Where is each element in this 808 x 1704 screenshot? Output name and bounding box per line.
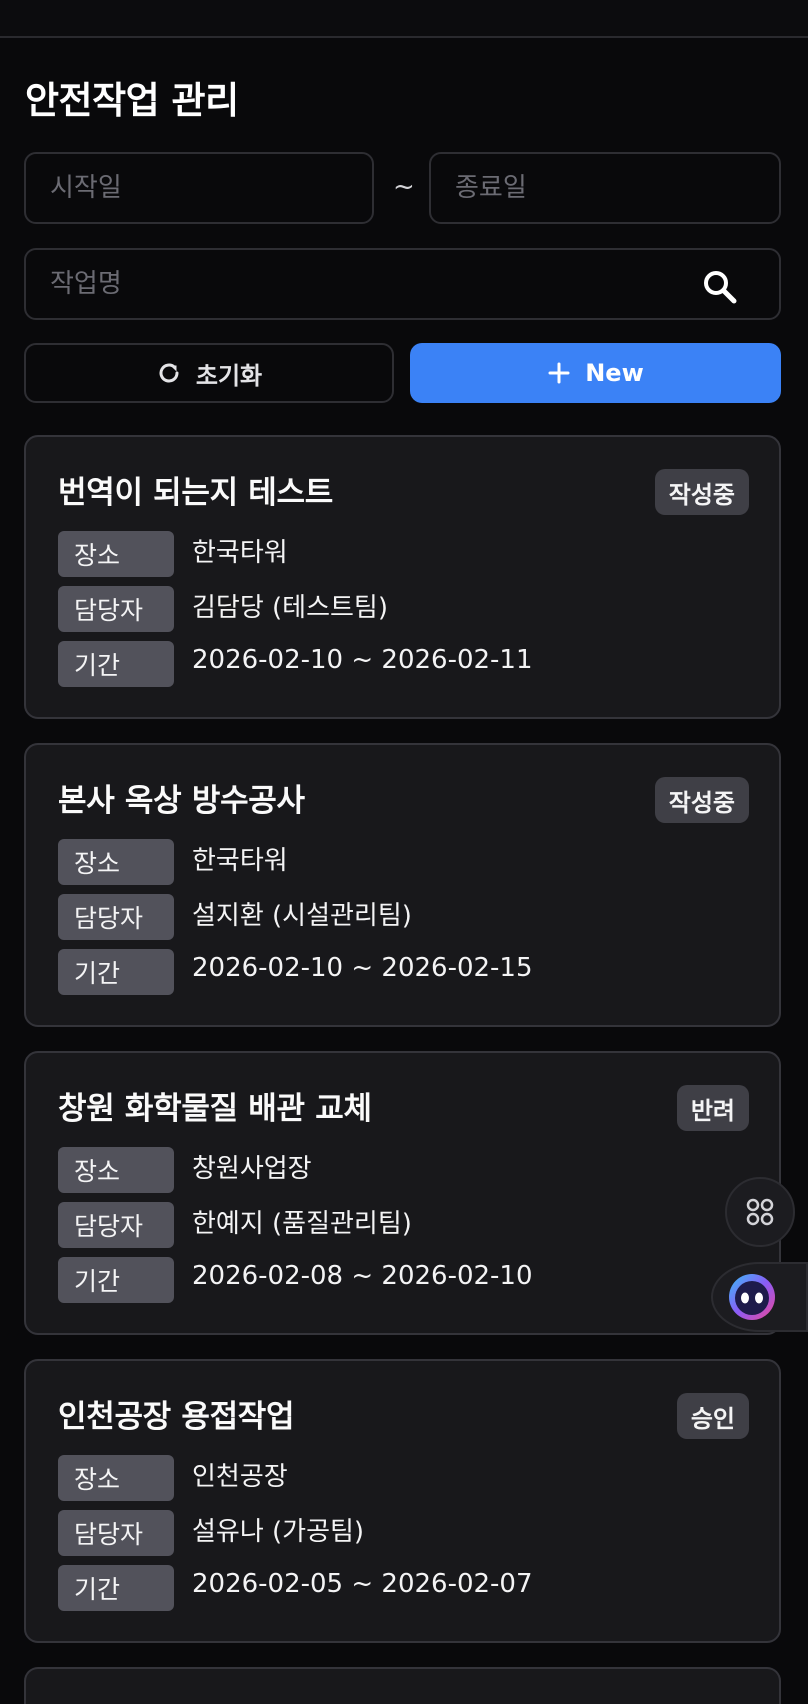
period-row: 기간 2026-02-05 ~ 2026-02-07	[58, 1565, 533, 1611]
assistant-bot-icon	[729, 1274, 775, 1320]
period-label: 기간	[58, 641, 174, 687]
status-badge: 승인	[676, 1393, 749, 1439]
manager-row: 담당자 김담당 (테스트팀)	[58, 586, 388, 632]
card-title: 인천공장 용접작업	[58, 1399, 295, 1435]
manager-label: 담당자	[58, 1202, 174, 1248]
period-value: 2026-02-05 ~ 2026-02-07	[192, 1569, 533, 1599]
manager-row: 담당자 한예지 (품질관리팀)	[58, 1202, 412, 1248]
start-date-field[interactable]	[24, 152, 374, 224]
page-title: 안전작업 관리	[25, 79, 239, 122]
period-value: 2026-02-08 ~ 2026-02-10	[192, 1261, 533, 1291]
end-date-field[interactable]	[429, 152, 781, 224]
location-row: 장소 한국타워	[58, 531, 288, 577]
manager-value: 한예지 (품질관리팀)	[192, 1208, 412, 1239]
new-label: New	[585, 359, 644, 387]
assistant-button[interactable]	[711, 1262, 808, 1332]
search-icon[interactable]	[701, 268, 739, 306]
apps-grid-icon	[746, 1198, 774, 1226]
location-value: 창원사업장	[192, 1153, 312, 1184]
date-range-separator: ~	[393, 172, 415, 202]
refresh-icon	[159, 363, 179, 383]
start-date-input[interactable]	[50, 154, 306, 222]
work-card[interactable]: 본사 옥상 방수공사 작성중 장소 한국타워 담당자 설지환 (시설관리팀) 기…	[24, 743, 781, 1027]
location-label: 장소	[58, 531, 174, 577]
location-value: 한국타워	[192, 845, 288, 876]
work-card[interactable]: 인천공장 용접작업 승인 장소 인천공장 담당자 설유나 (가공팀) 기간 20…	[24, 1359, 781, 1643]
location-row: 장소 인천공장	[58, 1455, 288, 1501]
manager-value: 설유나 (가공팀)	[192, 1516, 365, 1547]
period-value: 2026-02-10 ~ 2026-02-11	[192, 645, 533, 675]
manager-label: 담당자	[58, 586, 174, 632]
manager-row: 담당자 설유나 (가공팀)	[58, 1510, 364, 1556]
status-badge: 작성중	[654, 469, 749, 515]
location-label: 장소	[58, 1147, 174, 1193]
plus-icon	[548, 362, 570, 384]
manager-value: 설지환 (시설관리팀)	[192, 900, 412, 931]
location-row: 장소 한국타워	[58, 839, 288, 885]
status-badge: 작성중	[654, 777, 749, 823]
manager-label: 담당자	[58, 894, 174, 940]
period-row: 기간 2026-02-10 ~ 2026-02-15	[58, 949, 533, 995]
work-card[interactable]: 창원 화학물질 배관 교체 반려 장소 창원사업장 담당자 한예지 (품질관리팀…	[24, 1051, 781, 1335]
status-badge: 반려	[676, 1085, 749, 1131]
end-date-input[interactable]	[455, 154, 713, 222]
period-label: 기간	[58, 949, 174, 995]
manager-value: 김담당 (테스트팀)	[192, 592, 388, 623]
period-value: 2026-02-10 ~ 2026-02-15	[192, 953, 533, 983]
top-bar	[0, 0, 808, 38]
reset-button[interactable]: 초기화	[24, 343, 394, 403]
card-title: 번역이 되는지 테스트	[58, 475, 333, 511]
period-label: 기간	[58, 1257, 174, 1303]
manager-label: 담당자	[58, 1510, 174, 1556]
manager-row: 담당자 설지환 (시설관리팀)	[58, 894, 412, 940]
apps-button[interactable]	[725, 1177, 795, 1247]
new-button[interactable]: New	[410, 343, 781, 403]
location-label: 장소	[58, 839, 174, 885]
location-row: 장소 창원사업장	[58, 1147, 312, 1193]
card-title: 본사 옥상 방수공사	[58, 783, 305, 819]
location-value: 인천공장	[192, 1461, 288, 1492]
search-input[interactable]	[50, 250, 713, 318]
work-card[interactable]	[24, 1667, 781, 1704]
period-row: 기간 2026-02-08 ~ 2026-02-10	[58, 1257, 533, 1303]
period-row: 기간 2026-02-10 ~ 2026-02-11	[58, 641, 533, 687]
card-title: 창원 화학물질 배관 교체	[58, 1091, 372, 1127]
location-label: 장소	[58, 1455, 174, 1501]
reset-label: 초기화	[195, 361, 263, 390]
location-value: 한국타워	[192, 537, 288, 568]
work-card[interactable]: 번역이 되는지 테스트 작성중 장소 한국타워 담당자 김담당 (테스트팀) 기…	[24, 435, 781, 719]
search-field[interactable]	[24, 248, 781, 320]
period-label: 기간	[58, 1565, 174, 1611]
